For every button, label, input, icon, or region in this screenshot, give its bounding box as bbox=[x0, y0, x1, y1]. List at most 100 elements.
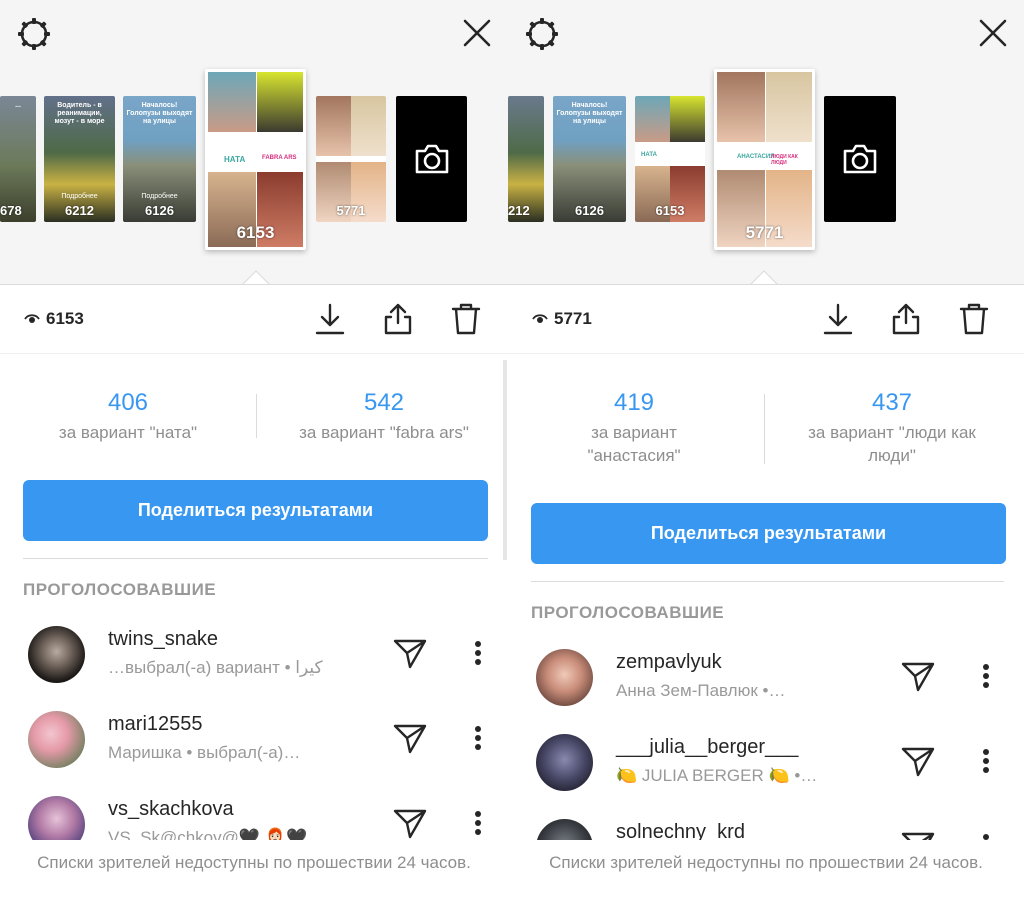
option-label: ЛЮДИ КАК ЛЮДИ bbox=[771, 154, 798, 166]
share-icon[interactable] bbox=[380, 301, 416, 337]
share-icon[interactable] bbox=[888, 301, 924, 337]
story-thumb-caption: Началось! Голопузы выходят на улицы bbox=[556, 102, 623, 125]
new-story-camera-tile[interactable] bbox=[824, 96, 896, 222]
new-story-camera-tile[interactable] bbox=[396, 96, 467, 222]
story-viewer-left: ... 678 Водитель - в реанимации, мозут -… bbox=[0, 0, 508, 910]
eye-icon bbox=[24, 314, 40, 323]
more-icon[interactable] bbox=[474, 810, 482, 836]
poll-option-count: 406 bbox=[107, 389, 149, 416]
story-viewer-right: 212 Началось! Голопузы выходят на улицы … bbox=[508, 0, 1024, 910]
option-label: АНАСТАСИЯ bbox=[737, 154, 775, 160]
view-count: 6153 bbox=[24, 309, 84, 329]
story-thumb[interactable]: 212 bbox=[508, 96, 544, 222]
story-strip: 212 Началось! Голопузы выходят на улицы … bbox=[508, 0, 1024, 285]
story-thumb-views: 5771 bbox=[336, 203, 366, 218]
poll-option-label: за вариант bbox=[591, 423, 677, 442]
more-icon[interactable] bbox=[474, 725, 482, 751]
option-label: НАТА bbox=[641, 152, 657, 158]
story-thumb-selected[interactable]: НАТА FABRA ARS 6153 bbox=[205, 69, 306, 250]
story-thumb-caption: Водитель - в реанимации, мозут - в море bbox=[54, 102, 105, 125]
story-thumb-caption: ... bbox=[15, 102, 21, 109]
poll-option-label: за вариант "люди как bbox=[808, 423, 976, 442]
avatar[interactable] bbox=[28, 711, 85, 768]
voter-row[interactable]: ___julia__berger___ 🍋 JULIA BERGER 🍋 •… bbox=[508, 734, 1024, 818]
trash-icon[interactable] bbox=[448, 301, 484, 337]
action-bar: 6153 bbox=[0, 284, 508, 354]
close-icon[interactable] bbox=[978, 18, 1008, 48]
voter-username[interactable]: twins_snake bbox=[108, 628, 218, 651]
trash-icon[interactable] bbox=[956, 301, 992, 337]
voter-username[interactable]: zempavlyuk bbox=[616, 651, 722, 674]
camera-icon bbox=[415, 144, 448, 174]
collage-q bbox=[316, 96, 351, 156]
close-icon[interactable] bbox=[462, 18, 492, 48]
view-count-value: 6153 bbox=[46, 309, 84, 328]
poll-option-result: 419 за вариант "анастасия" bbox=[544, 388, 724, 467]
option-label: НАТА bbox=[222, 154, 248, 165]
avatar[interactable] bbox=[28, 626, 85, 683]
story-thumb[interactable]: 5771 bbox=[316, 96, 386, 222]
send-icon[interactable] bbox=[392, 636, 428, 672]
voter-username[interactable]: vs_skachkova bbox=[108, 798, 234, 821]
story-thumb-views: 6212 bbox=[65, 203, 94, 218]
voter-subtitle: Маришка • выбрал(-а)… bbox=[108, 743, 301, 762]
story-thumb-views: 6153 bbox=[236, 223, 275, 242]
download-icon[interactable] bbox=[312, 301, 348, 337]
poll-option-label: за вариант "fabra ars" bbox=[299, 423, 469, 442]
poll-option-result: 437 за вариант "люди как люди" bbox=[784, 388, 1000, 467]
story-thumb-selected[interactable]: АНАСТАСИЯ ЛЮДИ КАК ЛЮДИ 5771 bbox=[714, 69, 815, 250]
story-thumb[interactable]: Водитель - в реанимации, мозут - в море … bbox=[44, 96, 115, 222]
gear-icon[interactable] bbox=[524, 16, 560, 52]
selection-pointer bbox=[242, 270, 270, 285]
more-icon[interactable] bbox=[982, 663, 990, 689]
gear-icon[interactable] bbox=[16, 16, 52, 52]
story-thumb-views: 6126 bbox=[575, 203, 604, 218]
collage-q bbox=[670, 96, 705, 142]
download-icon[interactable] bbox=[820, 301, 856, 337]
story-thumb[interactable]: НАТА 6153 bbox=[635, 96, 705, 222]
story-thumb-caption: Началось! Голопузы выходят на улицы bbox=[126, 102, 193, 125]
share-results-button[interactable]: Поделиться результатами bbox=[23, 480, 488, 541]
poll-option-count: 437 bbox=[871, 389, 913, 416]
poll-option-count: 419 bbox=[613, 389, 655, 416]
voter-row[interactable]: mari12555 Маришка • выбрал(-а)… bbox=[0, 711, 508, 795]
collage-top bbox=[208, 72, 256, 132]
collage-q bbox=[635, 96, 670, 142]
voter-username[interactable]: mari12555 bbox=[108, 713, 203, 736]
voter-username[interactable]: ___julia__berger___ bbox=[616, 736, 798, 759]
camera-icon bbox=[843, 144, 877, 174]
avatar[interactable] bbox=[536, 734, 593, 791]
action-bar: 5771 bbox=[508, 284, 1024, 354]
voter-subtitle: Анна Зем-Павлюк •… bbox=[616, 681, 786, 700]
share-results-button[interactable]: Поделиться результатами bbox=[531, 503, 1006, 564]
poll-option-label: за вариант "ната" bbox=[58, 423, 198, 442]
more-icon[interactable] bbox=[474, 640, 482, 666]
story-thumb[interactable]: Началось! Голопузы выходят на улицы 6126 bbox=[553, 96, 626, 222]
option-label: FABRA ARS bbox=[260, 154, 299, 162]
story-thumb-views: 6153 bbox=[655, 203, 685, 218]
story-thumb-more: Подробнее bbox=[61, 193, 98, 200]
collage-top-right bbox=[766, 72, 812, 142]
poll-option-label: "анастасия" bbox=[587, 446, 681, 465]
poll-option-result: 406 за вариант "ната" bbox=[30, 388, 226, 444]
send-icon[interactable] bbox=[392, 806, 428, 842]
voters-heading: ПРОГОЛОСОВАВШИЕ bbox=[23, 580, 217, 599]
more-icon[interactable] bbox=[982, 748, 990, 774]
voter-row[interactable]: zempavlyuk Анна Зем-Павлюк •… bbox=[508, 649, 1024, 733]
view-count: 5771 bbox=[532, 309, 592, 329]
send-icon[interactable] bbox=[900, 744, 936, 780]
story-thumb-more: Подробнее bbox=[141, 193, 178, 200]
story-thumb[interactable]: Началось! Голопузы выходят на улицы Подр… bbox=[123, 96, 196, 222]
selection-pointer bbox=[750, 270, 778, 285]
divider bbox=[256, 394, 257, 438]
story-thumb-views: 6126 bbox=[145, 203, 174, 218]
voter-row[interactable]: twins_snake …выбрал(-а) вариант • کیرا bbox=[0, 626, 508, 710]
divider bbox=[531, 581, 1004, 582]
divider bbox=[764, 394, 765, 464]
send-icon[interactable] bbox=[392, 721, 428, 757]
avatar[interactable] bbox=[536, 649, 593, 706]
story-thumb[interactable]: ... 678 bbox=[0, 96, 36, 222]
send-icon[interactable] bbox=[900, 659, 936, 695]
collage-q bbox=[351, 96, 386, 156]
panel-separator bbox=[503, 360, 507, 560]
